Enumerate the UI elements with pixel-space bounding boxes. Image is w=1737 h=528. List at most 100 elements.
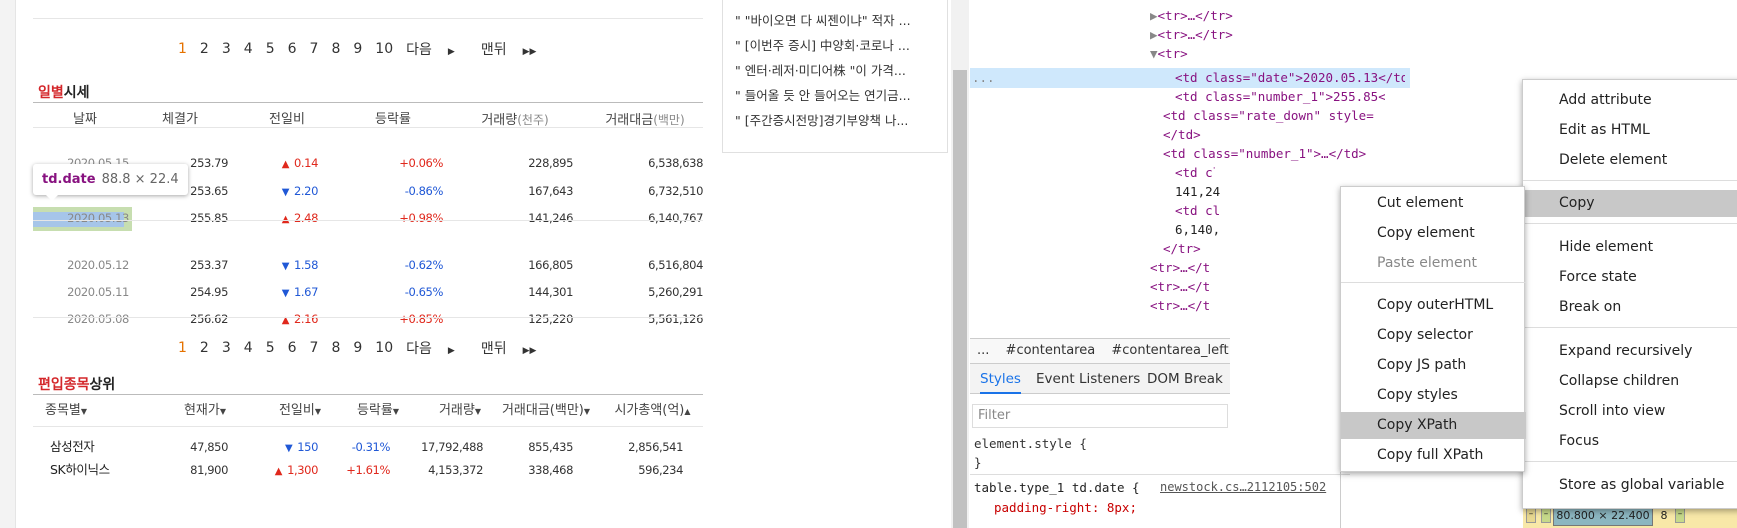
- next-page-link[interactable]: 다음 ▶: [406, 338, 468, 358]
- menu-item-expand-recursively[interactable]: Expand recursively: [1523, 338, 1737, 365]
- page-link[interactable]: 4: [244, 340, 253, 356]
- dom-node[interactable]: <td class="number_1">…</td>: [1163, 146, 1383, 161]
- page-link[interactable]: 3: [222, 41, 231, 57]
- cell-stock-name[interactable]: 삼성전자: [50, 437, 150, 457]
- news-item[interactable]: " 엔터·레저·미디어株 "이 가격...: [735, 60, 945, 79]
- menu-item-collapse-children[interactable]: Collapse children: [1523, 368, 1737, 395]
- style-rule-selector[interactable]: element.style {: [974, 436, 1087, 451]
- menu-item-copy-selector[interactable]: Copy selector: [1341, 322, 1526, 349]
- style-source-link[interactable]: newstock.cs…2112105:502: [1160, 480, 1326, 494]
- news-item[interactable]: " [주간증시전망]경기부양책 나...: [735, 110, 945, 129]
- menu-item-force-state[interactable]: Force state: [1523, 264, 1737, 291]
- page-link[interactable]: 4: [244, 41, 253, 57]
- dom-text[interactable]: 141,24: [1175, 184, 1220, 199]
- dom-node[interactable]: <td cl: [1175, 203, 1220, 218]
- dom-node[interactable]: ▶<tr>…</tr>: [1150, 8, 1233, 23]
- dom-node[interactable]: ▼<tr>: [1150, 46, 1188, 61]
- dom-node[interactable]: <td class="number_1">255.85</td>: [1175, 89, 1385, 104]
- menu-item-copy-element[interactable]: Copy element: [1341, 220, 1526, 247]
- dom-node[interactable]: <tr>…</t: [1150, 279, 1210, 294]
- tab-dom-breakpoints[interactable]: DOM Break: [1147, 364, 1223, 394]
- tab-event-listeners[interactable]: Event Listeners: [1036, 364, 1140, 394]
- dom-text[interactable]: 6,140,: [1175, 222, 1220, 237]
- menu-item-paste-element[interactable]: Paste element: [1341, 250, 1526, 277]
- breadcrumb-item[interactable]: #contentarea: [1006, 343, 1096, 358]
- dom-node[interactable]: <tr>…</t: [1150, 298, 1210, 313]
- page-link[interactable]: 5: [266, 41, 275, 57]
- page-link[interactable]: 10: [375, 340, 393, 356]
- page-scrollbar-thumb[interactable]: [953, 70, 967, 528]
- expand-arrow-icon[interactable]: ▶: [1150, 8, 1158, 23]
- menu-item-break-on[interactable]: Break on: [1523, 294, 1737, 321]
- tab-styles[interactable]: Styles: [980, 364, 1021, 394]
- col-header-current[interactable]: 현재가▼: [175, 402, 235, 420]
- menu-item-add-attribute[interactable]: Add attribute: [1523, 87, 1737, 114]
- dom-node[interactable]: <td class="number_1" style=: [1175, 165, 1215, 180]
- menu-item-edit-html[interactable]: Edit as HTML: [1523, 117, 1737, 144]
- news-item[interactable]: " "바이오면 다 씨젠이냐" 적자 ...: [735, 10, 945, 29]
- menu-item-copy-outerhtml[interactable]: Copy outerHTML: [1341, 292, 1526, 319]
- page-link[interactable]: 6: [288, 41, 297, 57]
- menu-item-copy-full-xpath[interactable]: Copy full XPath: [1341, 442, 1526, 469]
- page-link[interactable]: 8: [331, 41, 340, 57]
- dom-node[interactable]: ▶<tr>…</tr>: [1150, 27, 1233, 42]
- dom-node[interactable]: </tr>: [1163, 241, 1201, 256]
- menu-item-store-global[interactable]: Store as global variable: [1523, 472, 1737, 499]
- page-link[interactable]: 9: [353, 41, 362, 57]
- menu-item-copy[interactable]: Copy: [1523, 190, 1737, 217]
- page-link[interactable]: 8: [331, 340, 340, 356]
- menu-item-delete-element[interactable]: Delete element: [1523, 147, 1737, 174]
- styles-filter-input[interactable]: Filter: [972, 404, 1228, 428]
- more-dots-icon[interactable]: ...: [972, 70, 995, 85]
- title-rest: 상위: [89, 377, 116, 393]
- cell-date: 2020.05.13: [67, 211, 129, 225]
- last-page-link[interactable]: 맨뒤 ▶▶: [481, 338, 550, 358]
- cell-rate: +0.85%: [399, 312, 443, 326]
- next-page-link[interactable]: 다음 ▶: [406, 39, 468, 59]
- page-link[interactable]: 5: [266, 340, 275, 356]
- box-content-size[interactable]: 80.800 × 22.400: [1553, 506, 1653, 526]
- news-item[interactable]: " [이번주 증시] 中양회·코로나 ...: [735, 35, 945, 54]
- page-link[interactable]: 3: [222, 340, 231, 356]
- style-property[interactable]: padding-right: 8px;: [994, 500, 1137, 515]
- collapse-arrow-icon[interactable]: ▼: [1150, 46, 1158, 61]
- page-link[interactable]: 6: [288, 340, 297, 356]
- divider: [33, 127, 703, 128]
- col-header-cap[interactable]: 시가총액(억)▲: [605, 402, 700, 420]
- menu-item-focus[interactable]: Focus: [1523, 428, 1737, 455]
- page-link[interactable]: 1: [178, 41, 187, 57]
- header-label: 등락률: [356, 403, 393, 418]
- menu-item-scroll-into-view[interactable]: Scroll into view: [1523, 398, 1737, 425]
- cell-stock-name[interactable]: SK하이닉스: [50, 460, 150, 480]
- menu-item-hide-element[interactable]: Hide element: [1523, 234, 1737, 261]
- selected-dom-node[interactable]: <td class="date">2020.05.13</td> == $0: [1175, 70, 1405, 85]
- menu-item-copy-styles[interactable]: Copy styles: [1341, 382, 1526, 409]
- page-link[interactable]: 2: [200, 41, 209, 57]
- col-header-change[interactable]: 전일비▼: [270, 402, 330, 420]
- col-header-name[interactable]: 종목별▼: [45, 402, 105, 420]
- page-link[interactable]: 7: [310, 340, 319, 356]
- breadcrumb-item[interactable]: #contentarea_left: [1111, 343, 1228, 358]
- page-link[interactable]: 7: [310, 41, 319, 57]
- menu-item-copy-js-path[interactable]: Copy JS path: [1341, 352, 1526, 379]
- col-header-rate[interactable]: 등락률▼: [348, 402, 408, 420]
- news-item[interactable]: " 들어올 듯 안 들어오는 연기금...: [735, 85, 945, 104]
- dom-node[interactable]: </td>: [1163, 127, 1201, 142]
- pane-splitter[interactable]: [1340, 468, 1350, 528]
- style-rule-selector[interactable]: table.type_1 td.date {: [974, 480, 1140, 495]
- dom-node[interactable]: <td class="rate_down" style=: [1163, 108, 1385, 123]
- menu-item-cut-element[interactable]: Cut element: [1341, 190, 1526, 217]
- page-link[interactable]: 9: [353, 340, 362, 356]
- page-link[interactable]: 10: [375, 41, 393, 57]
- col-header-amount[interactable]: 거래대금(백만)▼: [496, 402, 596, 420]
- last-page-link[interactable]: 맨뒤 ▶▶: [481, 39, 550, 59]
- cell-change: ▲2.48: [238, 208, 319, 230]
- breadcrumb-item[interactable]: ...: [977, 343, 989, 358]
- dom-node[interactable]: <tr>…</t: [1150, 260, 1210, 275]
- expand-arrow-icon[interactable]: ▶: [1150, 27, 1158, 42]
- box-padding-value[interactable]: 8: [1658, 506, 1670, 526]
- page-link[interactable]: 2: [200, 340, 209, 356]
- col-header-volume[interactable]: 거래량▼: [430, 402, 490, 420]
- menu-item-copy-xpath[interactable]: Copy XPath: [1341, 412, 1526, 439]
- page-link[interactable]: 1: [178, 340, 187, 356]
